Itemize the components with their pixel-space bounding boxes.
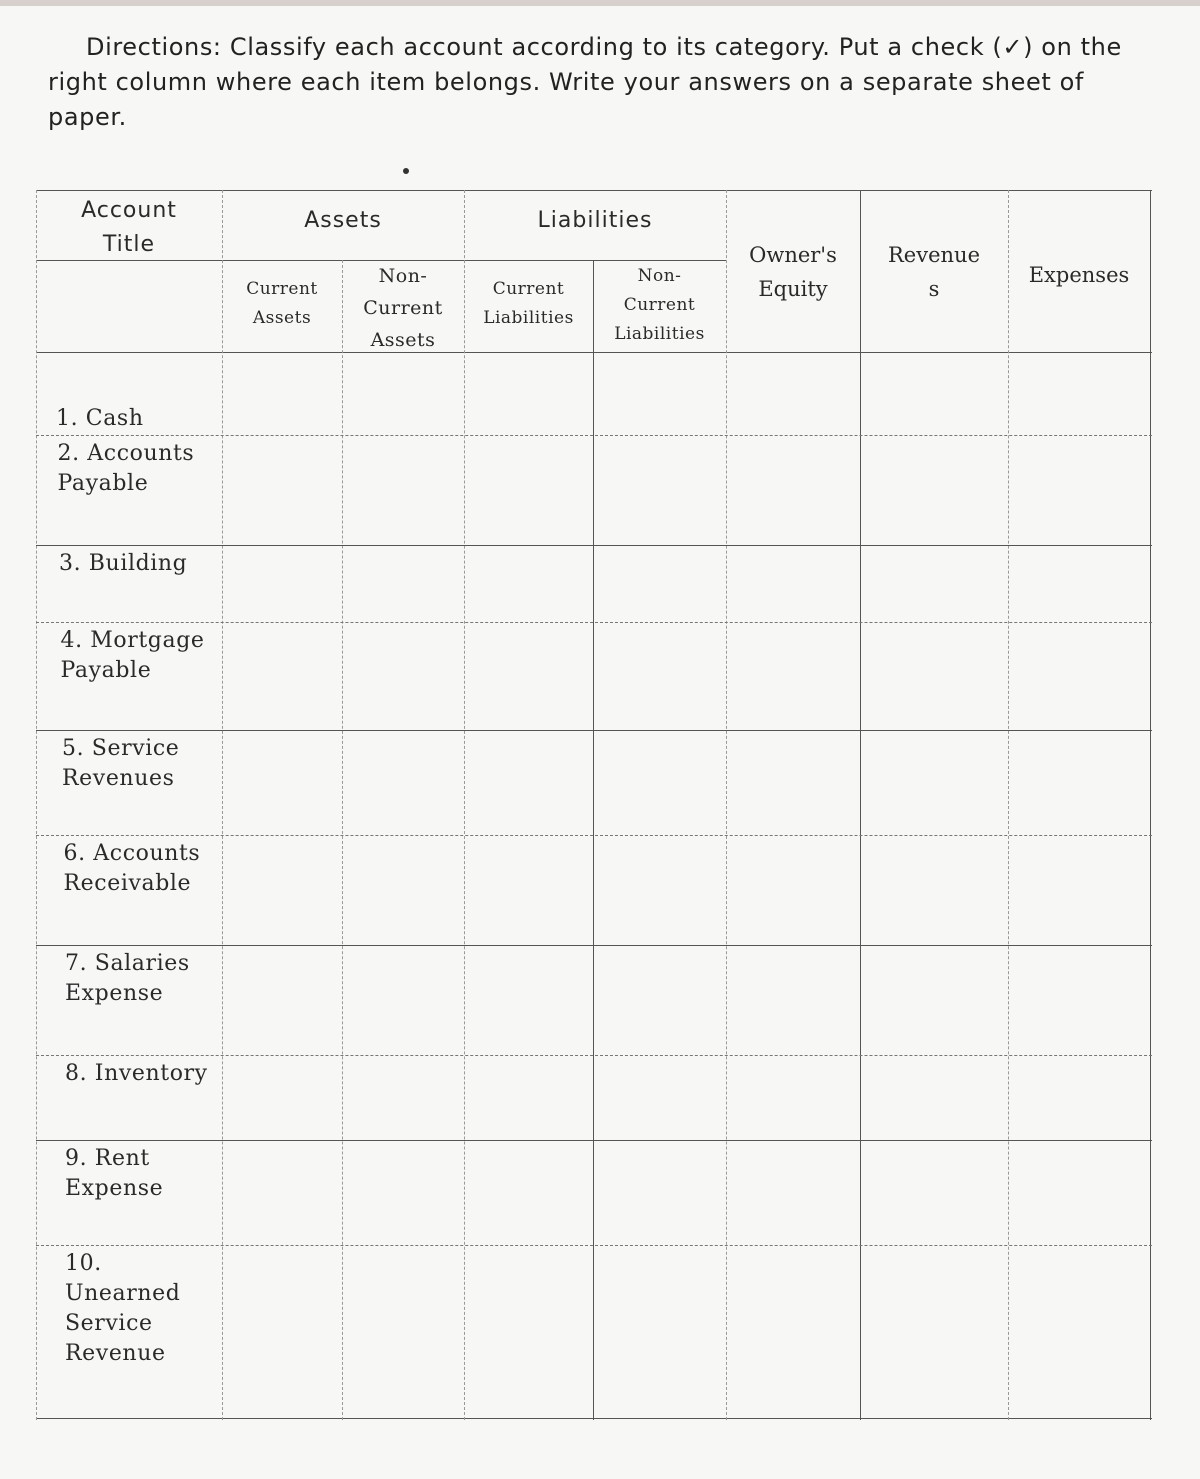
answer-cell-non-current-assets[interactable]: [342, 1140, 464, 1245]
answer-cell-non-current-assets[interactable]: [342, 622, 464, 730]
row-label: 3. Building: [59, 551, 188, 576]
header-liabilities: Liabilities: [537, 208, 653, 233]
header-owners-equity: Owner's Equity: [749, 243, 837, 301]
answer-cell-non-current-assets[interactable]: [342, 1055, 464, 1140]
answer-cell-revenues[interactable]: [860, 1140, 1008, 1245]
row-label: 1. Cash: [56, 406, 144, 431]
answer-cell-current-liabilities[interactable]: [464, 1140, 593, 1245]
answer-cell-current-liabilities[interactable]: [464, 400, 593, 435]
answer-cell-owners-equity[interactable]: [726, 1245, 860, 1418]
answer-cell-expenses[interactable]: [1008, 435, 1150, 545]
header-non-current-assets: Non- Current Assets: [363, 265, 443, 351]
classification-table: Account Title Assets Liabilities Owner's…: [36, 190, 1152, 1420]
answer-cell-current-assets[interactable]: [222, 835, 342, 945]
answer-cell-non-current-liabilities[interactable]: [593, 835, 726, 945]
header-account-title: Account Title: [81, 198, 177, 257]
header-current-assets: Current Assets: [246, 279, 318, 328]
answer-cell-revenues[interactable]: [860, 435, 1008, 545]
answer-cell-non-current-assets[interactable]: [342, 945, 464, 1055]
row-label: 4. Mortgage Payable: [60, 628, 205, 683]
answer-cell-non-current-assets[interactable]: [342, 400, 464, 435]
row-label: 10. Unearned Service Revenue: [65, 1251, 181, 1366]
header-revenues: Revenue s: [887, 243, 980, 301]
answer-cell-non-current-liabilities[interactable]: [593, 622, 726, 730]
answer-cell-non-current-liabilities[interactable]: [593, 435, 726, 545]
answer-cell-current-assets[interactable]: [222, 622, 342, 730]
header-bottom-border: [36, 352, 1152, 353]
answer-cell-owners-equity[interactable]: [726, 622, 860, 730]
answer-cell-revenues[interactable]: [860, 622, 1008, 730]
answer-cell-current-assets[interactable]: [222, 945, 342, 1055]
answer-cell-revenues[interactable]: [860, 835, 1008, 945]
answer-cell-revenues[interactable]: [860, 945, 1008, 1055]
answer-cell-owners-equity[interactable]: [726, 1055, 860, 1140]
col-border: [36, 190, 37, 1420]
answer-cell-expenses[interactable]: [1008, 1140, 1150, 1245]
row-label: 7. Salaries Expense: [65, 951, 190, 1006]
answer-cell-current-assets[interactable]: [222, 435, 342, 545]
answer-cell-expenses[interactable]: [1008, 1245, 1150, 1418]
answer-cell-owners-equity[interactable]: [726, 945, 860, 1055]
answer-cell-non-current-liabilities[interactable]: [593, 400, 726, 435]
answer-cell-owners-equity[interactable]: [726, 435, 860, 545]
answer-cell-revenues[interactable]: [860, 730, 1008, 835]
header-non-current-liabilities: Non- Current Liabilities: [614, 266, 705, 344]
answer-cell-current-liabilities[interactable]: [464, 622, 593, 730]
answer-cell-expenses[interactable]: [1008, 622, 1150, 730]
answer-cell-non-current-liabilities[interactable]: [593, 1055, 726, 1140]
answer-cell-current-liabilities[interactable]: [464, 945, 593, 1055]
answer-cell-revenues[interactable]: [860, 1055, 1008, 1140]
row-label: 9. Rent Expense: [65, 1146, 164, 1201]
table-bottom-border: [36, 1418, 1152, 1419]
answer-cell-non-current-liabilities[interactable]: [593, 730, 726, 835]
directions-text: Directions: Classify each account accord…: [48, 33, 1122, 131]
answer-cell-current-liabilities[interactable]: [464, 435, 593, 545]
answer-cell-revenues[interactable]: [860, 400, 1008, 435]
answer-cell-current-assets[interactable]: [222, 1140, 342, 1245]
header-current-liabilities: Current Liabilities: [483, 279, 574, 328]
answer-cell-revenues[interactable]: [860, 545, 1008, 622]
answer-cell-current-assets[interactable]: [222, 1245, 342, 1418]
answer-cell-non-current-assets[interactable]: [342, 835, 464, 945]
answer-cell-expenses[interactable]: [1008, 730, 1150, 835]
answer-cell-non-current-liabilities[interactable]: [593, 945, 726, 1055]
table-top-border: [36, 190, 1152, 191]
answer-cell-current-assets[interactable]: [222, 1055, 342, 1140]
row-label: 5. Service Revenues: [62, 736, 180, 791]
answer-cell-owners-equity[interactable]: [726, 730, 860, 835]
answer-cell-current-assets[interactable]: [222, 730, 342, 835]
answer-cell-expenses[interactable]: [1008, 1055, 1150, 1140]
answer-cell-non-current-liabilities[interactable]: [593, 1140, 726, 1245]
header-expenses: Expenses: [1028, 263, 1130, 287]
answer-cell-non-current-assets[interactable]: [342, 435, 464, 545]
answer-cell-current-liabilities[interactable]: [464, 545, 593, 622]
answer-cell-expenses[interactable]: [1008, 400, 1150, 435]
answer-cell-non-current-assets[interactable]: [342, 730, 464, 835]
answer-cell-current-liabilities[interactable]: [464, 1245, 593, 1418]
answer-cell-current-assets[interactable]: [222, 400, 342, 435]
page-edge: [0, 0, 1200, 6]
answer-cell-current-assets[interactable]: [222, 545, 342, 622]
stray-dot: [403, 168, 409, 174]
answer-cell-non-current-liabilities[interactable]: [593, 1245, 726, 1418]
answer-cell-owners-equity[interactable]: [726, 545, 860, 622]
answer-cell-expenses[interactable]: [1008, 945, 1150, 1055]
answer-cell-owners-equity[interactable]: [726, 1140, 860, 1245]
answer-cell-non-current-assets[interactable]: [342, 545, 464, 622]
row-label: 6. Accounts Receivable: [63, 841, 201, 896]
answer-cell-owners-equity[interactable]: [726, 835, 860, 945]
answer-cell-revenues[interactable]: [860, 1245, 1008, 1418]
answer-cell-expenses[interactable]: [1008, 835, 1150, 945]
answer-cell-non-current-liabilities[interactable]: [593, 545, 726, 622]
answer-cell-owners-equity[interactable]: [726, 400, 860, 435]
row-label: 8. Inventory: [65, 1061, 208, 1086]
answer-cell-current-liabilities[interactable]: [464, 1055, 593, 1140]
answer-cell-non-current-assets[interactable]: [342, 1245, 464, 1418]
answer-cell-current-liabilities[interactable]: [464, 730, 593, 835]
col-border: [1150, 190, 1151, 1420]
answer-cell-expenses[interactable]: [1008, 545, 1150, 622]
answer-cell-current-liabilities[interactable]: [464, 835, 593, 945]
header-assets: Assets: [304, 208, 382, 233]
row-label: 2. Accounts Payable: [57, 441, 195, 496]
